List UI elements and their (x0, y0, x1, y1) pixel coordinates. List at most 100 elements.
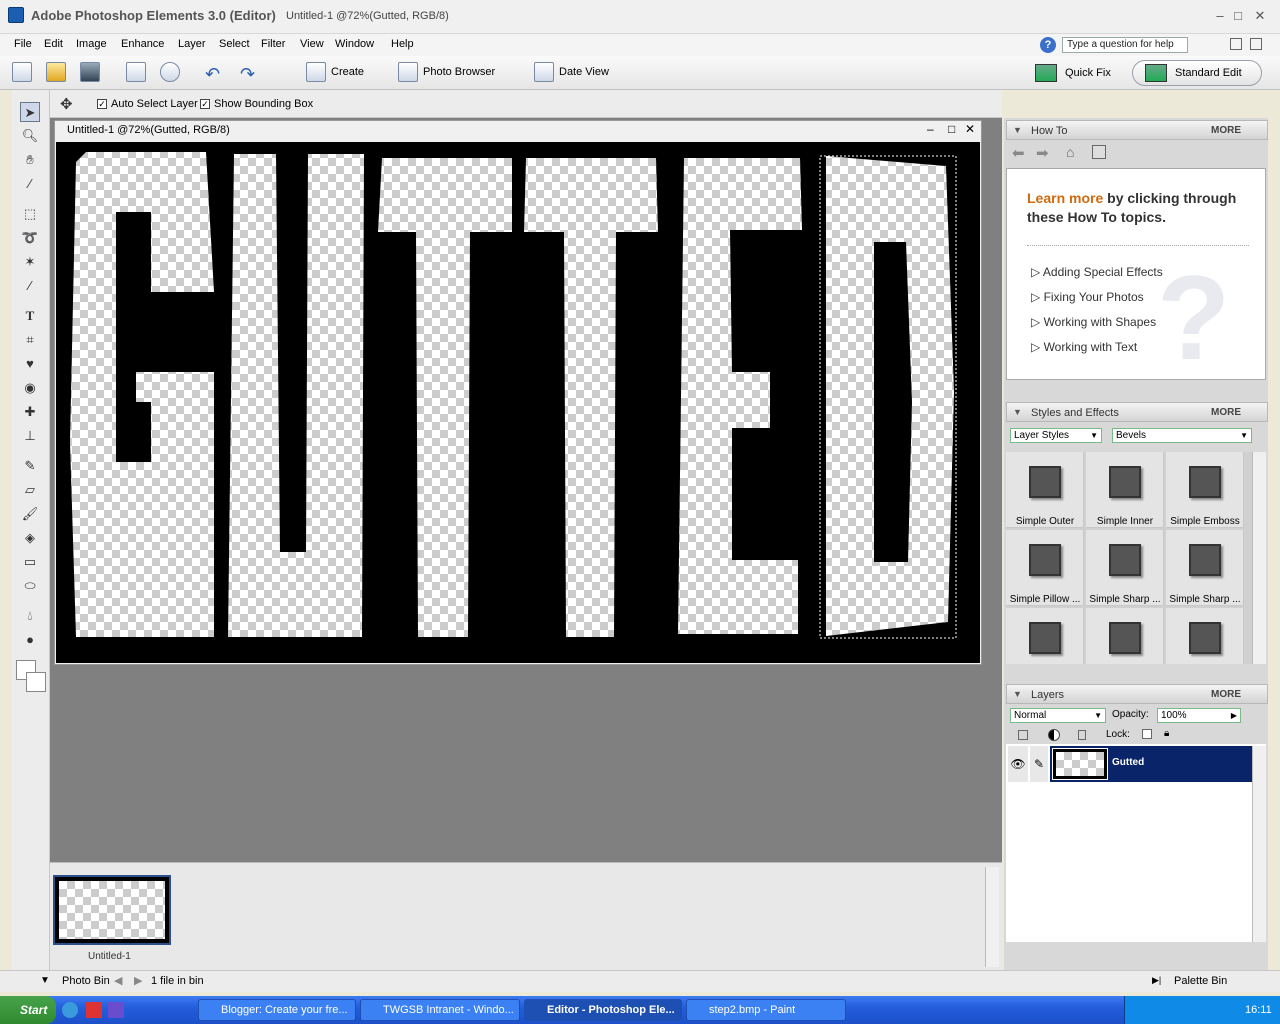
undo-icon[interactable]: ↶ (205, 64, 220, 85)
style-tile[interactable] (1086, 608, 1164, 664)
howto-topic[interactable]: ▷ Fixing Your Photos (1031, 290, 1144, 304)
crop-tool[interactable]: ⌗ (20, 330, 40, 350)
new-file-icon[interactable] (12, 62, 32, 82)
style-tile[interactable] (1006, 608, 1084, 664)
background-color-swatch[interactable] (26, 672, 46, 692)
menu-window[interactable]: Window (335, 38, 374, 50)
photo-bin-scrollbar[interactable] (985, 867, 999, 967)
selection-brush-tool[interactable]: ∕ (20, 276, 40, 296)
style-tile[interactable]: Simple Sharp ... (1086, 530, 1164, 606)
howto-topic[interactable]: ▷ Adding Special Effects (1031, 265, 1163, 279)
date-view-icon[interactable] (534, 62, 554, 82)
help-icon[interactable]: ? (1040, 37, 1056, 53)
style-tile[interactable]: Simple Inner (1086, 452, 1164, 528)
marquee-tool[interactable]: ⬚ (20, 204, 40, 224)
sponge-tool[interactable]: ● (20, 630, 40, 650)
lock-transparency-icon[interactable] (1142, 729, 1152, 739)
photo-browser-button[interactable]: Photo Browser (423, 66, 495, 78)
eraser-tool[interactable]: ▱ (20, 480, 40, 500)
menu-image[interactable]: Image (76, 38, 107, 50)
standard-edit-button[interactable]: Standard Edit (1132, 60, 1262, 86)
create-button[interactable]: Create (331, 66, 364, 78)
menu-edit[interactable]: Edit (44, 38, 63, 50)
back-arrow-icon[interactable]: ⬅ (1012, 144, 1025, 162)
photo-bin-thumbnail[interactable] (53, 875, 171, 945)
layers-scrollbar[interactable] (1252, 746, 1266, 942)
show-bbox-checkbox[interactable]: ✓ (200, 99, 210, 109)
style-tile[interactable] (1166, 608, 1244, 664)
style-tile[interactable]: Simple Sharp ... (1166, 530, 1244, 606)
eye-icon[interactable]: 👁︎ (1008, 746, 1028, 782)
redo-icon[interactable]: ↷ (240, 64, 255, 85)
clone-stamp-tool[interactable]: ⊥ (20, 426, 40, 446)
quicklaunch-icon-2[interactable] (108, 1002, 124, 1018)
quick-fix-button[interactable]: Quick Fix (1022, 60, 1126, 86)
minimize-button[interactable]: – (1212, 8, 1228, 24)
menu-filter[interactable]: Filter (261, 38, 285, 50)
howto-topic[interactable]: ▷ Working with Shapes (1031, 315, 1156, 329)
adjustment-layer-icon[interactable] (1048, 729, 1060, 741)
palette-bin-label[interactable]: Palette Bin (1174, 975, 1227, 987)
hand-tool[interactable]: ✋︎ (20, 150, 40, 170)
style-subcategory-select[interactable]: Bevels ▼ (1112, 428, 1252, 443)
close-button[interactable]: ✕ (1252, 8, 1268, 24)
bin-menu-icon[interactable]: ▼ (40, 975, 50, 986)
email-icon[interactable] (160, 62, 180, 82)
print-icon[interactable] (126, 62, 146, 82)
learn-more-link[interactable]: Learn more (1027, 190, 1103, 206)
collapse-icon[interactable]: ▼ (1013, 125, 1022, 135)
shape-tool[interactable]: ⬭ (20, 576, 40, 596)
help-search-input[interactable]: Type a question for help (1062, 37, 1188, 53)
date-view-button[interactable]: Date View (559, 66, 609, 78)
forward-arrow-icon[interactable]: ➡ (1036, 144, 1049, 162)
menu-enhance[interactable]: Enhance (121, 38, 164, 50)
brush-link-icon[interactable]: ✎ (1030, 746, 1048, 782)
trash-icon[interactable] (1078, 730, 1086, 740)
lasso-tool[interactable]: ➰ (20, 228, 40, 248)
maximize-button[interactable]: □ (1230, 8, 1246, 24)
brush-tool[interactable]: 🖌︎ (20, 504, 40, 524)
photo-bin-label[interactable]: Photo Bin (62, 975, 110, 987)
paint-bucket-tool[interactable]: ◈ (20, 528, 40, 548)
howto-more[interactable]: MORE (1211, 125, 1241, 136)
styles-scrollbar[interactable] (1252, 452, 1266, 664)
gradient-tool[interactable]: ▭ (20, 552, 40, 572)
blend-mode-select[interactable]: Normal ▼ (1010, 708, 1106, 723)
taskbar-task[interactable]: step2.bmp - Paint (686, 999, 846, 1021)
move-tool-icon[interactable]: ✥ (60, 95, 73, 113)
menu-help[interactable]: Help (391, 38, 414, 50)
taskbar-task[interactable]: Blogger: Create your fre... (198, 999, 356, 1021)
layer-row[interactable]: Gutted (1050, 746, 1252, 782)
taskbar-task[interactable]: TWGSB Intranet - Windo... (360, 999, 520, 1021)
blur-tool[interactable]: 💧︎ (20, 606, 40, 626)
red-eye-tool[interactable]: ◉ (20, 378, 40, 398)
menu-view[interactable]: View (300, 38, 324, 50)
auto-select-checkbox[interactable]: ✓ (97, 99, 107, 109)
home-icon[interactable]: ⌂ (1066, 144, 1074, 160)
pencil-tool[interactable]: ✎ (20, 456, 40, 476)
zoom-tool[interactable]: 🔍︎ (20, 126, 40, 146)
ie-icon[interactable] (62, 1002, 78, 1018)
eyedropper-tool[interactable]: ⁄ (20, 174, 40, 194)
image-canvas[interactable] (56, 142, 980, 663)
open-folder-icon[interactable] (46, 62, 66, 82)
doc-close-button[interactable]: ✕ (965, 122, 975, 136)
type-tool[interactable]: T (20, 306, 40, 326)
howto-header[interactable]: ▼ How To MORE (1006, 120, 1268, 140)
restore-icon[interactable] (1250, 38, 1262, 50)
prev-icon[interactable]: ◀ (114, 974, 122, 987)
cookie-cutter-tool[interactable]: ♥ (20, 354, 40, 374)
menu-layer[interactable]: Layer (178, 38, 206, 50)
palette-bin-arrow-icon[interactable]: ▶| (1152, 975, 1161, 986)
style-tile[interactable]: Simple Emboss (1166, 452, 1244, 528)
save-icon[interactable] (80, 62, 100, 82)
collapse-icon[interactable]: ▼ (1013, 689, 1022, 699)
layers-header[interactable]: ▼ Layers MORE (1006, 684, 1268, 704)
style-tile[interactable]: Simple Pillow ... (1006, 530, 1084, 606)
print-howto-icon[interactable] (1092, 145, 1106, 159)
doc-maximize-button[interactable]: □ (948, 122, 955, 136)
doc-minimize-button[interactable]: – (927, 122, 934, 136)
styles-more[interactable]: MORE (1211, 407, 1241, 418)
collapse-icon[interactable]: ▼ (1013, 407, 1022, 417)
layers-more[interactable]: MORE (1211, 689, 1241, 700)
